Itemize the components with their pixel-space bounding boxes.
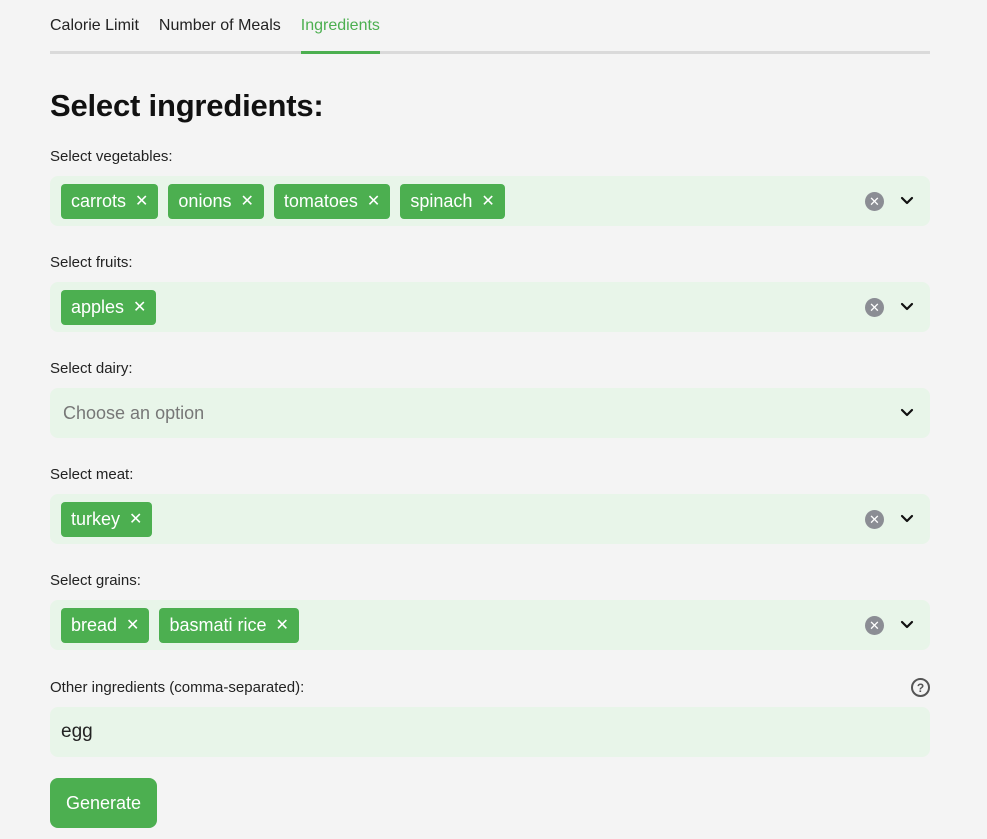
dairy-placeholder: Choose an option (63, 402, 205, 423)
chip-label: bread (71, 614, 118, 635)
chip-label: carrots (71, 190, 127, 211)
chip-spinach: spinach ✕ (400, 183, 505, 219)
chip-remove-icon[interactable]: ✕ (135, 191, 148, 211)
other-ingredients-header: Other ingredients (comma-separated): ? (50, 678, 930, 697)
clear-x-icon[interactable]: ✕ (865, 298, 884, 317)
meat-label: Select meat: (50, 466, 134, 483)
grains-multiselect[interactable]: bread ✕ basmati rice ✕ ✕ (50, 600, 930, 650)
tab-ingredients[interactable]: Ingredients (300, 0, 380, 54)
chip-remove-icon[interactable]: ✕ (133, 297, 146, 317)
chip-remove-icon[interactable]: ✕ (275, 615, 288, 635)
dairy-multiselect[interactable]: Choose an option (50, 388, 930, 438)
chip-turkey: turkey ✕ (61, 501, 153, 537)
vegetables-label: Select vegetables: (50, 148, 173, 165)
chip-label: turkey (71, 508, 121, 529)
chip-remove-icon[interactable]: ✕ (126, 615, 139, 635)
chip-label: tomatoes (283, 190, 358, 211)
chevron-down-icon[interactable] (900, 195, 914, 207)
chip-remove-icon[interactable]: ✕ (129, 509, 142, 529)
fruits-multiselect[interactable]: apples ✕ ✕ (50, 282, 930, 332)
page-title: Select ingredients: (50, 88, 324, 123)
meat-multiselect[interactable]: turkey ✕ ✕ (50, 494, 930, 544)
chip-label: spinach (410, 190, 473, 211)
ingredients-page: Calorie Limit Number of Meals Ingredient… (50, 0, 930, 828)
chip-bread: bread ✕ (61, 607, 150, 643)
other-ingredients-input[interactable] (50, 707, 930, 757)
clear-x-icon[interactable]: ✕ (865, 192, 884, 211)
chip-label: apples (71, 296, 125, 317)
chip-remove-icon[interactable]: ✕ (240, 191, 253, 211)
tab-bar: Calorie Limit Number of Meals Ingredient… (50, 0, 930, 54)
fruits-label: Select fruits: (50, 254, 133, 271)
chip-remove-icon[interactable]: ✕ (481, 191, 494, 211)
chip-basmati-rice: basmati rice ✕ (159, 607, 299, 643)
chip-carrots: carrots ✕ (61, 183, 159, 219)
generate-button[interactable]: Generate (50, 778, 157, 828)
chip-remove-icon[interactable]: ✕ (367, 191, 380, 211)
grains-label: Select grains: (50, 572, 141, 589)
chevron-down-icon[interactable] (900, 619, 914, 631)
vegetables-multiselect[interactable]: carrots ✕ onions ✕ tomatoes ✕ spinach ✕ ✕ (50, 176, 930, 226)
other-ingredients-label: Other ingredients (comma-separated): (50, 678, 305, 696)
chip-apples: apples ✕ (61, 289, 157, 325)
chip-label: basmati rice (169, 614, 267, 635)
dairy-label: Select dairy: (50, 360, 133, 377)
chevron-down-icon[interactable] (900, 513, 914, 525)
question-circle-icon[interactable]: ? (911, 678, 930, 697)
chevron-down-icon[interactable] (900, 407, 914, 419)
chip-label: onions (178, 190, 232, 211)
chip-onions: onions ✕ (168, 183, 264, 219)
tab-number-of-meals[interactable]: Number of Meals (159, 0, 281, 54)
clear-x-icon[interactable]: ✕ (865, 616, 884, 635)
clear-x-icon[interactable]: ✕ (865, 510, 884, 529)
chip-tomatoes: tomatoes ✕ (273, 183, 391, 219)
chevron-down-icon[interactable] (900, 301, 914, 313)
tab-calorie-limit[interactable]: Calorie Limit (50, 0, 139, 54)
